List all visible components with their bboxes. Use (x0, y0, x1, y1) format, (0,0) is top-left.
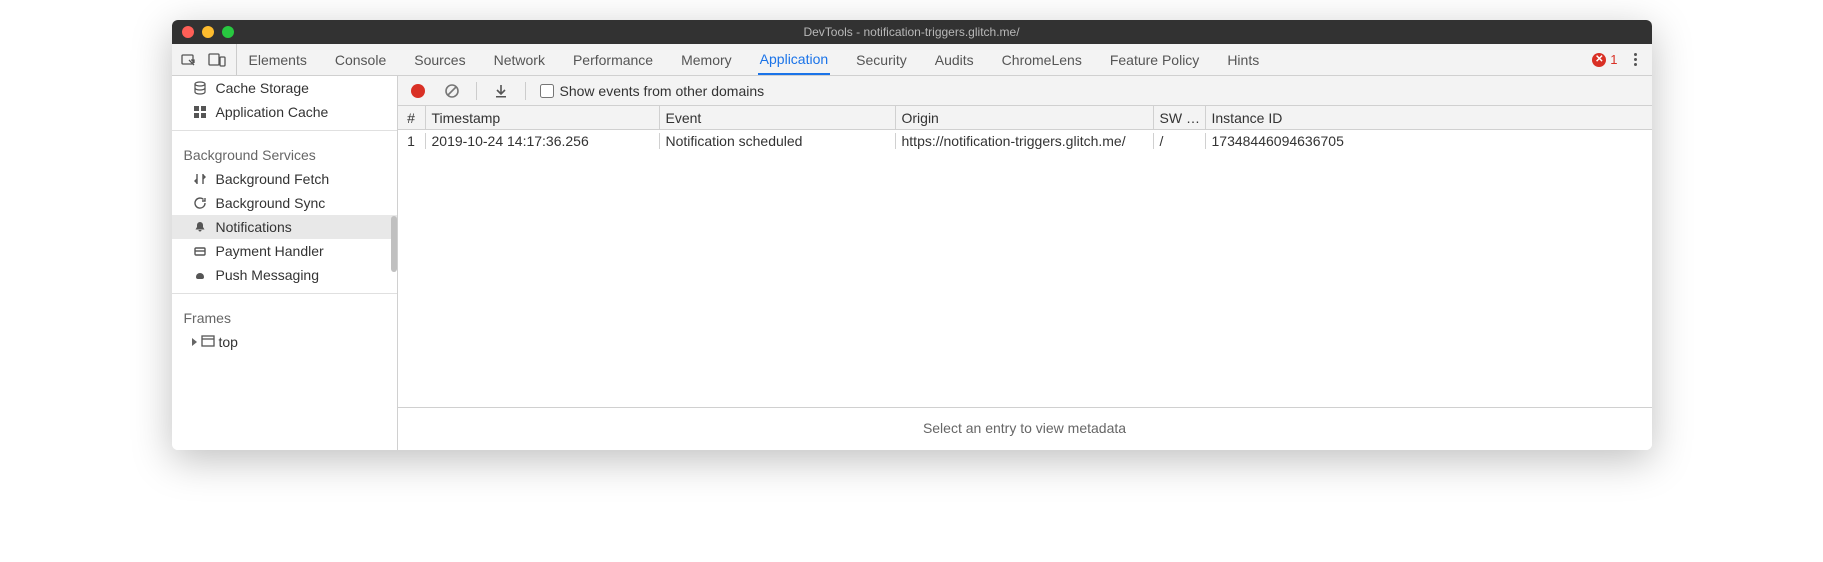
panel-tab-hints[interactable]: Hints (1225, 44, 1261, 75)
events-toolbar: Show events from other domains (398, 76, 1652, 106)
col-header-num[interactable]: # (398, 106, 426, 129)
sidebar-item-background-fetch[interactable]: Background Fetch (172, 167, 397, 191)
sidebar-item-application-cache[interactable]: Application Cache (172, 100, 397, 124)
col-header-instance[interactable]: Instance ID (1206, 106, 1652, 129)
more-menu-button[interactable] (1628, 53, 1644, 66)
toolbar-separator (525, 82, 526, 100)
titlebar: DevTools - notification-triggers.glitch.… (172, 20, 1652, 44)
inspect-controls (180, 44, 237, 75)
panel-tab-chromelens[interactable]: ChromeLens (1000, 44, 1084, 75)
sidebar-item-notifications[interactable]: Notifications (172, 215, 397, 239)
divider (172, 293, 397, 294)
record-dot-icon (411, 84, 425, 98)
cell-origin: https://notification-triggers.glitch.me/ (896, 133, 1154, 149)
maximize-window-button[interactable] (222, 26, 234, 38)
table-row[interactable]: 12019-10-24 14:17:36.256Notification sch… (398, 130, 1652, 152)
select-element-icon[interactable] (180, 51, 198, 69)
sidebar-item-frames-top[interactable]: top (172, 330, 397, 354)
col-header-timestamp[interactable]: Timestamp (426, 106, 660, 129)
record-button[interactable] (408, 81, 428, 101)
sidebar-item-label: Background Sync (216, 195, 326, 211)
sidebar-item-label: Push Messaging (216, 267, 320, 283)
panel-tab-performance[interactable]: Performance (571, 44, 655, 75)
cell-timestamp: 2019-10-24 14:17:36.256 (426, 133, 660, 149)
show-other-domains-checkbox[interactable] (540, 84, 554, 98)
panel-tab-network[interactable]: Network (492, 44, 547, 75)
panels-tabbar: Elements Console Sources Network Performance… (172, 44, 1652, 76)
panel-tab-audits[interactable]: Audits (933, 44, 976, 75)
toggle-device-icon[interactable] (208, 51, 226, 69)
sidebar-item-push-messaging[interactable]: Push Messaging (172, 263, 397, 287)
application-sidebar: Cache Storage Application Cache Backgrou… (172, 76, 398, 450)
cell-event: Notification scheduled (660, 133, 896, 149)
frame-icon (201, 335, 215, 349)
database-icon (192, 80, 208, 96)
toolbar-separator (476, 82, 477, 100)
error-count: 1 (1610, 52, 1617, 67)
error-icon: ✕ (1592, 53, 1606, 67)
cell-num: 1 (398, 133, 426, 149)
panel-tab-application[interactable]: Application (758, 44, 831, 75)
card-icon (192, 243, 208, 259)
table-header: # Timestamp Event Origin SW … Instance I… (398, 106, 1652, 130)
sidebar-item-label: Payment Handler (216, 243, 324, 259)
save-button[interactable] (491, 81, 511, 101)
clear-button[interactable] (442, 81, 462, 101)
divider (172, 130, 397, 131)
cloud-icon (192, 267, 208, 283)
devtools-window: DevTools - notification-triggers.glitch.… (172, 20, 1652, 450)
panel-tab-feature-policy[interactable]: Feature Policy (1108, 44, 1201, 75)
sidebar-item-cache-storage[interactable]: Cache Storage (172, 76, 397, 100)
col-header-origin[interactable]: Origin (896, 106, 1154, 129)
col-header-event[interactable]: Event (660, 106, 896, 129)
panel-tabs: Elements Console Sources Network Performance… (247, 44, 1262, 75)
sidebar-item-payment-handler[interactable]: Payment Handler (172, 239, 397, 263)
grid-icon (192, 104, 208, 120)
scrollbar-thumb[interactable] (391, 216, 397, 272)
background-fetch-icon (192, 171, 208, 187)
error-count-badge[interactable]: ✕ 1 (1592, 52, 1617, 67)
sidebar-item-label: Cache Storage (216, 80, 309, 96)
panel-tab-console[interactable]: Console (333, 44, 388, 75)
disclosure-triangle-icon (192, 338, 197, 346)
table-body: 12019-10-24 14:17:36.256Notification sch… (398, 130, 1652, 407)
minimize-window-button[interactable] (202, 26, 214, 38)
cell-sw: / (1154, 133, 1206, 149)
panel-tab-elements[interactable]: Elements (247, 44, 309, 75)
col-header-sw[interactable]: SW … (1154, 106, 1206, 129)
cell-instance: 17348446094636705 (1206, 133, 1652, 149)
window-title: DevTools - notification-triggers.glitch.… (803, 25, 1019, 39)
sidebar-section-bg-services: Background Services (172, 137, 397, 167)
bell-icon (192, 219, 208, 235)
window-controls (172, 26, 234, 38)
sidebar-item-label: Application Cache (216, 104, 329, 120)
sidebar-section-frames: Frames (172, 300, 397, 330)
sidebar-item-label: top (219, 334, 238, 350)
panel-tab-security[interactable]: Security (854, 44, 909, 75)
sidebar-item-background-sync[interactable]: Background Sync (172, 191, 397, 215)
sync-icon (192, 195, 208, 211)
show-other-domains-check[interactable]: Show events from other domains (540, 83, 765, 99)
content-pane: Show events from other domains # Timesta… (398, 76, 1652, 450)
close-window-button[interactable] (182, 26, 194, 38)
show-other-domains-label: Show events from other domains (560, 83, 765, 99)
panel-tab-sources[interactable]: Sources (412, 44, 467, 75)
main-area: Cache Storage Application Cache Backgrou… (172, 76, 1652, 450)
sidebar-item-label: Notifications (216, 219, 292, 235)
panel-tab-memory[interactable]: Memory (679, 44, 734, 75)
metadata-hint: Select an entry to view metadata (398, 407, 1652, 450)
events-table: # Timestamp Event Origin SW … Instance I… (398, 106, 1652, 407)
sidebar-item-label: Background Fetch (216, 171, 330, 187)
